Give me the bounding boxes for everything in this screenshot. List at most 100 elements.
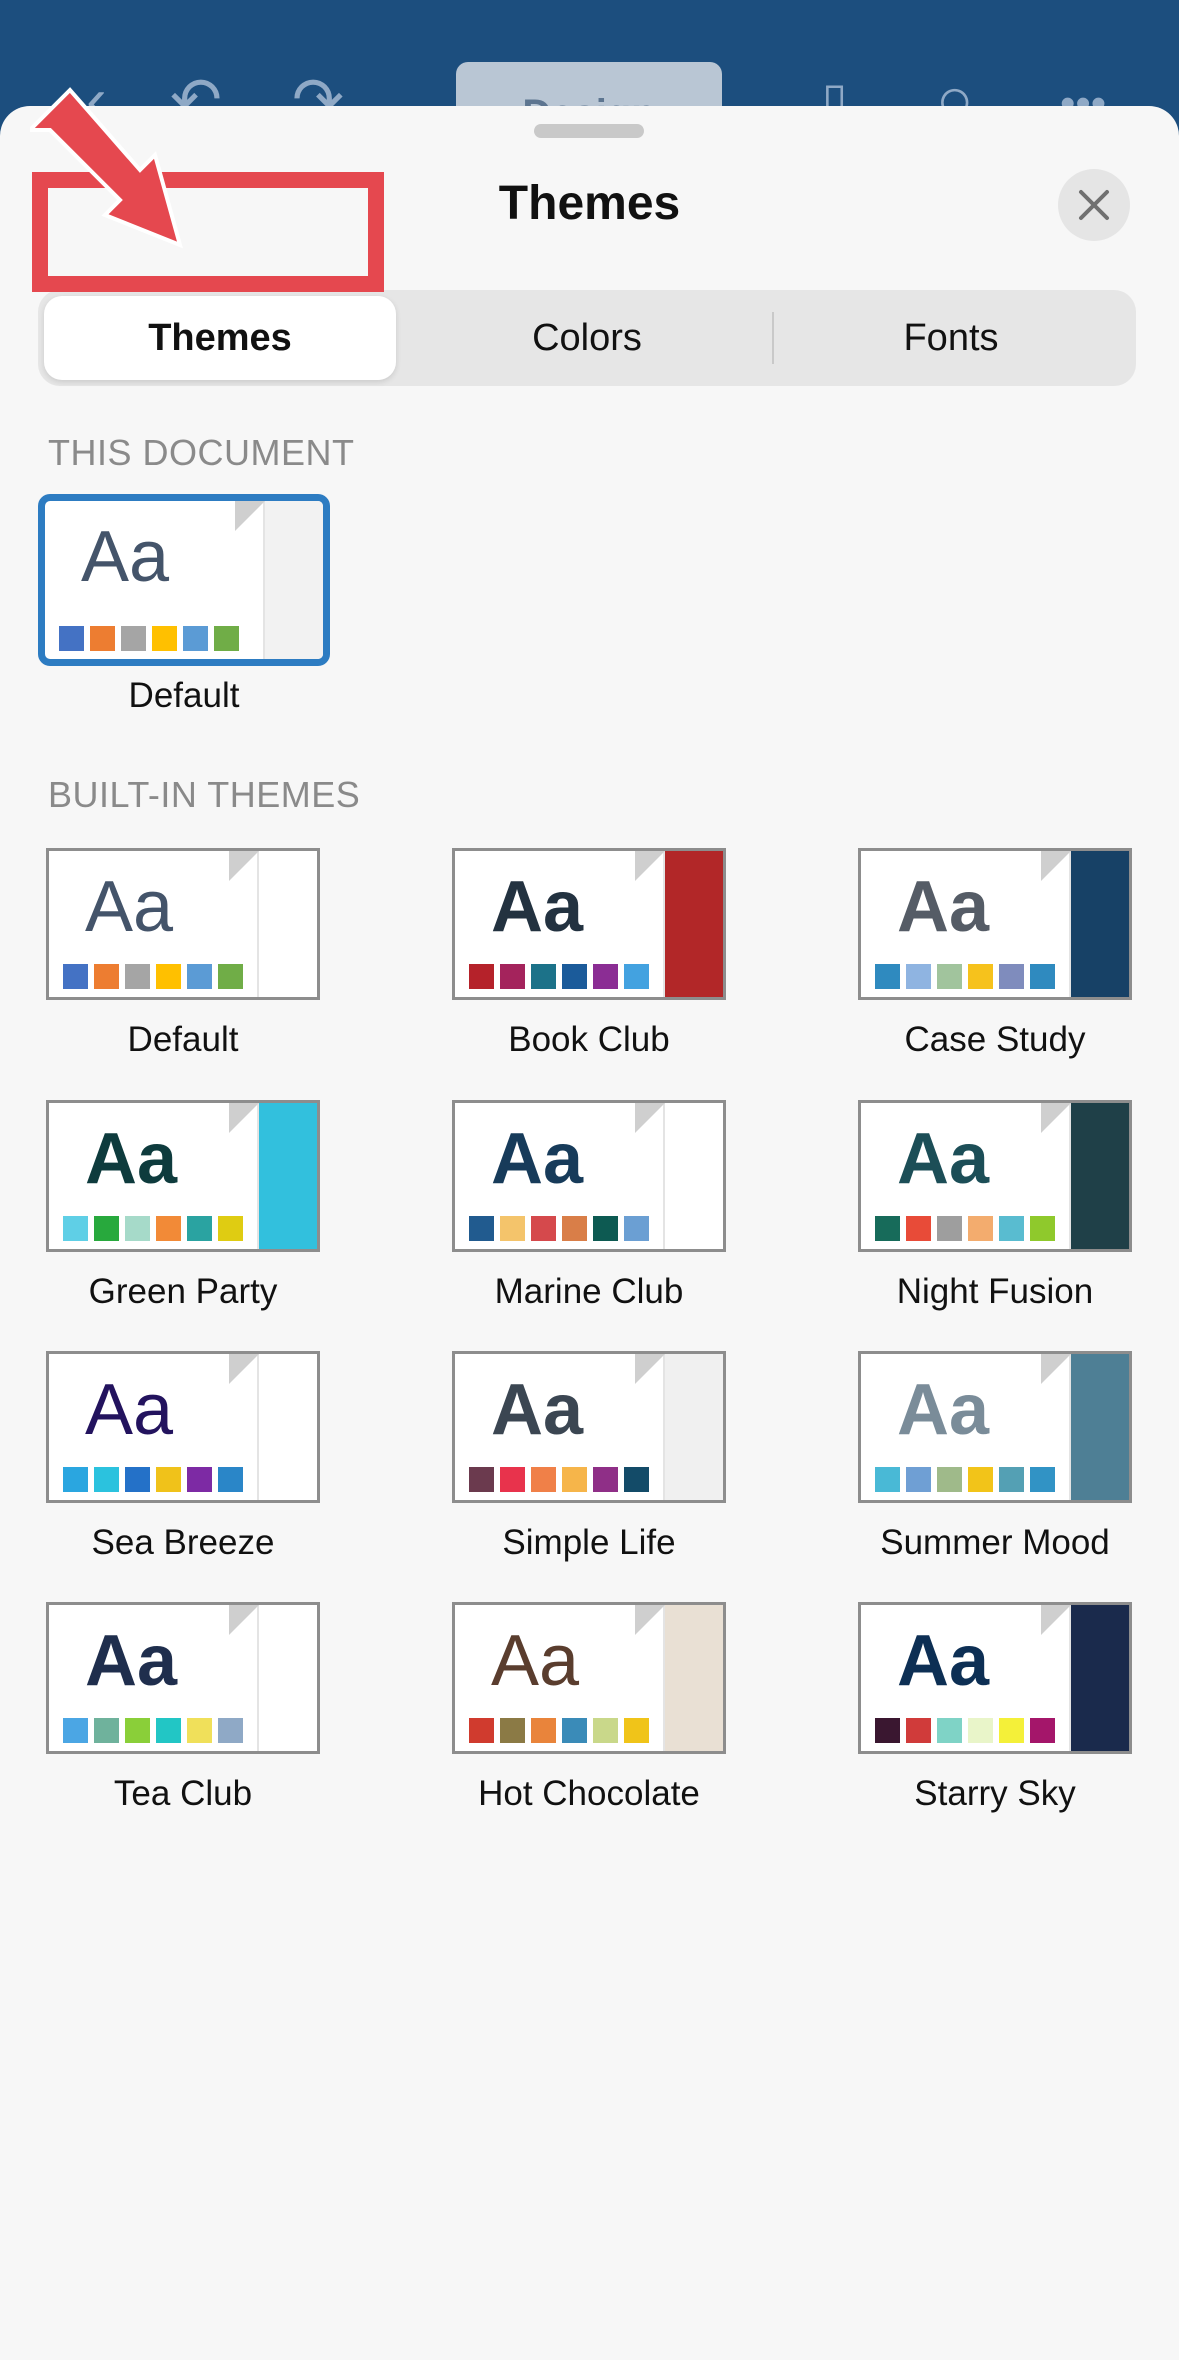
color-swatch [152, 626, 177, 651]
theme-preview: Aa [455, 1605, 723, 1751]
color-swatches [469, 1718, 649, 1743]
color-swatch [624, 1718, 649, 1743]
color-swatch [63, 964, 88, 989]
theme-font-sample: Aa [81, 517, 170, 597]
color-swatch [562, 1216, 587, 1241]
color-swatch [187, 1216, 212, 1241]
color-swatch [937, 1216, 962, 1241]
theme-preview: Aa [861, 1605, 1129, 1751]
page-fold-icon [229, 851, 259, 881]
theme-name-label: Book Club [508, 1020, 670, 1059]
theme-name-label: Hot Chocolate [478, 1774, 700, 1813]
color-swatch [562, 1718, 587, 1743]
color-swatch [156, 1467, 181, 1492]
color-swatch [469, 964, 494, 989]
color-swatch [1030, 1718, 1055, 1743]
color-swatch [875, 964, 900, 989]
theme-tile[interactable]: Aa [452, 1351, 726, 1503]
color-swatch [183, 626, 208, 651]
color-swatch [187, 964, 212, 989]
color-swatch [500, 964, 525, 989]
theme-preview: Aa [455, 1103, 723, 1249]
theme-tile[interactable]: Aa [38, 494, 330, 666]
color-swatches [469, 1467, 649, 1492]
color-swatch [531, 1718, 556, 1743]
color-swatch [63, 1467, 88, 1492]
theme-tile[interactable]: Aa [452, 848, 726, 1000]
color-swatch [531, 1467, 556, 1492]
page-fold-icon [635, 1605, 665, 1635]
color-swatch [218, 964, 243, 989]
theme-preview: Aa [455, 1354, 723, 1500]
color-swatch [906, 964, 931, 989]
theme-tile[interactable]: Aa [46, 1602, 320, 1754]
theme-font-sample: Aa [85, 1621, 178, 1701]
color-swatch [94, 1718, 119, 1743]
color-swatches [59, 626, 239, 651]
theme-accent-panel [665, 1354, 723, 1500]
section-built-in: BUILT-IN THEMES [48, 774, 361, 815]
page-fold-icon [235, 501, 265, 531]
theme-name-label: Tea Club [113, 1774, 253, 1813]
page-fold-icon [229, 1354, 259, 1384]
color-swatches [875, 1467, 1055, 1492]
theme-preview: Aa [49, 1605, 317, 1751]
color-swatch [562, 1467, 587, 1492]
theme-tile[interactable]: Aa [858, 1351, 1132, 1503]
theme-tile[interactable]: Aa [46, 1351, 320, 1503]
color-swatch [121, 626, 146, 651]
color-swatch [63, 1216, 88, 1241]
tab-fonts[interactable]: Fonts [770, 290, 1132, 386]
theme-tile[interactable]: Aa [46, 848, 320, 1000]
color-swatch [125, 1216, 150, 1241]
color-swatch [94, 1467, 119, 1492]
theme-font-sample: Aa [85, 1119, 178, 1199]
color-swatch [906, 1718, 931, 1743]
theme-tile[interactable]: Aa [46, 1100, 320, 1252]
tab-colors[interactable]: Colors [406, 290, 768, 386]
color-swatch [562, 964, 587, 989]
color-swatch [968, 964, 993, 989]
theme-tile[interactable]: Aa [858, 1100, 1132, 1252]
sheet-grabber[interactable] [534, 124, 644, 138]
theme-name-label: Sea Breeze [91, 1523, 275, 1562]
color-swatches [63, 964, 243, 989]
theme-font-sample: Aa [897, 1119, 990, 1199]
color-swatch [63, 1718, 88, 1743]
theme-preview: Aa [49, 1103, 317, 1249]
color-swatch [593, 1216, 618, 1241]
red-arrow-icon [30, 87, 184, 249]
themes-sheet: Themes Themes Colors Fonts THIS DOCUMENT… [0, 106, 1179, 2360]
theme-tile[interactable]: Aa [858, 1602, 1132, 1754]
theme-font-sample: Aa [897, 867, 990, 947]
theme-accent-panel [259, 1605, 317, 1751]
theme-preview: Aa [861, 1103, 1129, 1249]
close-button[interactable] [1058, 169, 1130, 241]
color-swatch [218, 1467, 243, 1492]
color-swatch [593, 1718, 618, 1743]
color-swatch [94, 1216, 119, 1241]
theme-tile[interactable]: Aa [452, 1100, 726, 1252]
color-swatch [999, 964, 1024, 989]
theme-name-label: Default [127, 1020, 239, 1059]
color-swatch [500, 1216, 525, 1241]
theme-name-label: Night Fusion [896, 1272, 1094, 1311]
theme-tile[interactable]: Aa [452, 1602, 726, 1754]
color-swatches [63, 1718, 243, 1743]
color-swatch [218, 1718, 243, 1743]
theme-preview: Aa [455, 851, 723, 997]
theme-tile[interactable]: Aa [858, 848, 1132, 1000]
color-swatch [999, 1216, 1024, 1241]
theme-accent-panel [1071, 851, 1129, 997]
color-swatch [999, 1718, 1024, 1743]
color-swatches [875, 1718, 1055, 1743]
color-swatches [469, 964, 649, 989]
section-this-document: THIS DOCUMENT [48, 432, 355, 473]
color-swatch [187, 1467, 212, 1492]
theme-accent-panel [259, 1103, 317, 1249]
color-swatch [593, 964, 618, 989]
theme-name-label: Marine Club [494, 1272, 684, 1311]
tab-themes[interactable]: Themes [44, 296, 396, 380]
page-fold-icon [1041, 851, 1071, 881]
color-swatch [94, 964, 119, 989]
